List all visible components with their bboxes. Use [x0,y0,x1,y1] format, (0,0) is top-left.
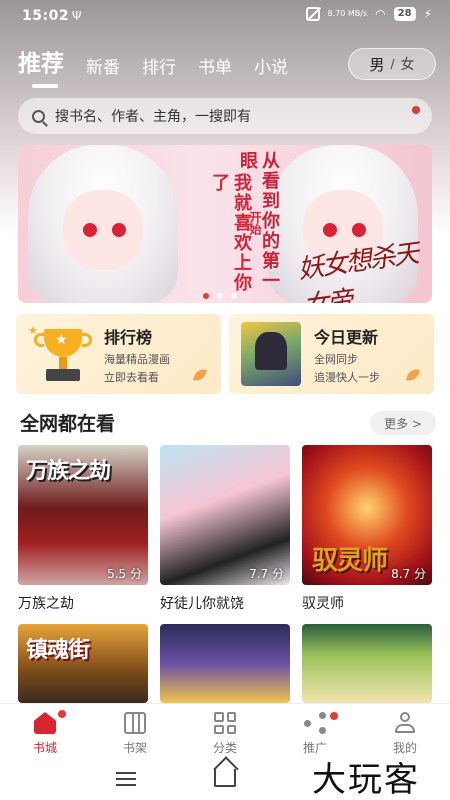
indicator-dot [231,293,237,299]
banner-indicator [203,293,237,299]
section-title: 全网都在看 [20,409,116,439]
book-cover [160,624,290,703]
usb-icon: Ψ [72,9,82,23]
cover-title: 镇魂街 [26,637,90,663]
badge-dot [330,712,338,720]
banner-line-2: 我就喜欢上你了 [209,173,252,293]
book-card[interactable]: 驭灵师 8.7 分 驭灵师 [302,445,432,613]
share-icon [304,712,326,734]
book-title: 好徒儿你就饶 [160,596,244,612]
charging-icon: ⚡ [423,7,432,21]
network-speed: 8.70 MB/s [327,9,368,18]
nav-promote[interactable]: 推广 [270,704,360,759]
bottom-nav: 书城 书架 分类 推广 我的 [0,703,450,759]
nav-label: 分类 [212,741,237,755]
banner-character-left [28,145,178,303]
notification-dot [412,106,420,114]
search-bar[interactable]: 搜书名、作者、主角，一搜即有 [18,98,432,134]
search-placeholder: 搜书名、作者、主角，一搜即有 [55,109,251,125]
update-card-title: 今日更新 [314,328,379,347]
tab-new[interactable]: 新番 [86,53,120,82]
book-card[interactable]: 镇魂街 [18,624,148,703]
book-title: 驭灵师 [302,596,344,612]
book-card[interactable]: 7.7 分 好徒儿你就饶 [160,445,290,613]
home-button-icon[interactable] [214,769,236,787]
nav-bookshelf[interactable]: 书架 [90,704,180,759]
mute-icon [305,7,320,21]
banner-sub: 开始 [248,211,262,235]
home-icon [34,712,56,734]
book-cover [302,624,432,703]
more-button[interactable]: 更多 > [370,411,436,435]
today-update-card[interactable]: 今日更新 全网同步 追漫快人一步 [229,314,434,394]
book-card[interactable]: 万族之劫 5.5 分 万族之劫 [18,445,148,613]
cover-title: 驭灵师 [312,546,388,576]
update-card-line1: 全网同步 [314,353,358,366]
tab-ranking[interactable]: 排行 [142,53,176,82]
tab-booklist[interactable]: 书单 [198,53,232,82]
app-screen: 15:02 Ψ 8.70 MB/s ◠ 28 ⚡ 推荐 新番 排行 书单 小说 … [0,0,450,800]
book-cover: 镇魂街 [18,624,148,703]
indicator-dot [217,293,223,299]
nav-category[interactable]: 分类 [180,704,270,759]
trophy-icon: ★ [34,329,92,385]
nav-mine[interactable]: 我的 [360,704,450,759]
book-card[interactable] [160,624,290,703]
nav-bookstore[interactable]: 书城 [0,704,90,759]
wifi-icon: ◠ [375,7,386,21]
top-tabs: 推荐 新番 排行 书单 小说 [18,44,310,88]
book-cover: 万族之劫 5.5 分 [18,445,148,585]
gender-separator: / [390,57,395,71]
gender-female[interactable]: 女 [401,54,415,74]
book-title: 万族之劫 [18,596,74,612]
book-card[interactable] [302,624,432,703]
leaf-decoration-icon [192,366,208,384]
tab-novel[interactable]: 小说 [254,53,288,82]
status-time: 15:02 [22,8,70,24]
menu-icon[interactable] [116,772,136,786]
update-thumbnail [241,322,301,386]
badge-dot [58,710,66,718]
tab-recommend[interactable]: 推荐 [18,44,64,88]
category-icon [214,712,236,734]
ranking-card-line1: 海量精品漫画 [104,353,170,366]
search-icon [32,109,45,123]
battery-level: 28 [393,7,416,21]
promo-banner[interactable]: 从看到你的第一眼 我就喜欢上你了 开始 妖女想杀天女帝 [18,145,432,303]
book-score: 8.7 分 [391,567,426,581]
nav-label: 书架 [122,741,147,755]
bookshelf-icon [124,712,146,734]
gender-male[interactable]: 男 [369,54,384,75]
cover-title: 万族之劫 [26,458,111,484]
status-bar: 15:02 Ψ 8.70 MB/s ◠ 28 ⚡ [0,0,450,34]
book-score: 5.5 分 [107,567,142,581]
indicator-dot-active [203,293,209,299]
update-card-line2: 追漫快人一步 [314,371,380,384]
gender-switch[interactable]: 男 / 女 [348,48,436,80]
profile-icon [394,712,416,734]
status-right: 8.70 MB/s ◠ 28 ⚡ [305,7,432,21]
banner-text: 从看到你的第一眼 我就喜欢上你了 开始 [186,151,280,301]
watermark-logo: 大玩客 [312,760,420,800]
nav-label: 书城 [32,741,57,755]
book-cover: 驭灵师 8.7 分 [302,445,432,585]
ranking-card[interactable]: ★ ★ 排行榜 海量精品漫画 立即去看看 [16,314,221,394]
ranking-card-line2: 立即去看看 [104,371,159,384]
leaf-decoration-icon [405,366,421,384]
ranking-card-title: 排行榜 [104,328,153,347]
book-cover: 7.7 分 [160,445,290,585]
book-score: 7.7 分 [249,567,284,581]
